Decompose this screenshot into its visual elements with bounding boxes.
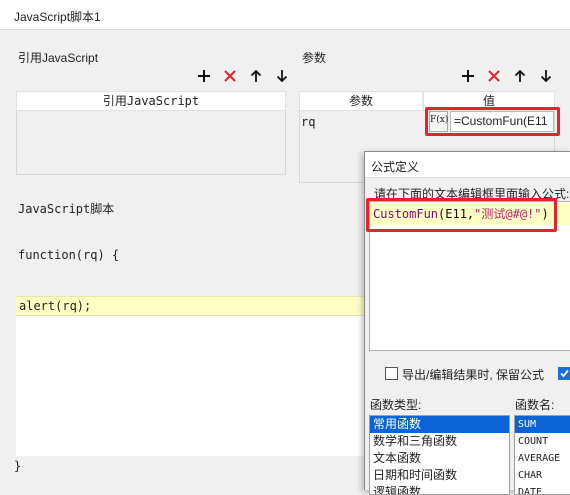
formula-args: (E11, [438, 207, 475, 221]
script-signature: function(rq) { [18, 248, 120, 262]
function-type-item[interactable]: 数学和三角函数 [370, 433, 509, 450]
move-down-reference-button[interactable] [273, 67, 291, 85]
function-type-list[interactable]: 常用函数 数学和三角函数 文本函数 日期和时间函数 逻辑函数 [369, 415, 510, 495]
arrow-up-icon [250, 70, 262, 82]
add-reference-button[interactable] [195, 67, 213, 85]
script-editor[interactable] [16, 316, 366, 456]
delete-x-icon [488, 70, 500, 82]
function-name-label: 函数名: [515, 398, 555, 412]
params-section-label: 参数 [302, 51, 327, 65]
param-name-column-header[interactable]: 参数 [299, 91, 423, 111]
script-current-line[interactable]: alert(rq); [16, 296, 366, 316]
function-name-list[interactable]: SUM COUNT AVERAGE CHAR DATE [514, 415, 570, 495]
arrow-down-icon [276, 70, 288, 82]
formula-function: CustomFun [373, 207, 439, 221]
function-name-item[interactable]: COUNT [515, 433, 570, 450]
formula-fx-button[interactable]: F(x) [429, 111, 448, 132]
plus-icon [462, 70, 474, 82]
function-name-item[interactable]: AVERAGE [515, 450, 570, 467]
script-body-line: alert(rq); [19, 299, 92, 313]
delete-param-button[interactable] [485, 67, 503, 85]
fx-icon: F(x) [430, 115, 449, 125]
move-down-param-button[interactable] [537, 67, 555, 85]
formula-dialog: 公式定义 请在下面的文本编辑框里面输入公式: CustomFun(E11,"测试… [364, 151, 570, 495]
checkmark-icon [560, 369, 569, 378]
function-type-item[interactable]: 常用函数 [370, 416, 509, 433]
arrow-up-icon [514, 70, 526, 82]
window-title: JavaScript脚本1 [14, 10, 101, 24]
formula-string: "测试@#@!" [474, 207, 542, 221]
plus-icon [198, 70, 210, 82]
delete-x-icon [224, 70, 236, 82]
reference-list[interactable] [16, 111, 286, 175]
window-title-bar: JavaScript脚本1 [0, 0, 570, 30]
script-closing-brace: } [14, 459, 22, 473]
reference-toolbar [195, 67, 291, 85]
reference-column-header[interactable]: 引用JavaScript [16, 91, 286, 111]
dialog-title-bar[interactable]: 公式定义 [365, 152, 570, 178]
move-up-reference-button[interactable] [247, 67, 265, 85]
script-section-label: JavaScript脚本 [18, 202, 115, 216]
params-toolbar [459, 67, 555, 85]
keep-formula-checkbox[interactable] [385, 367, 398, 380]
move-up-param-button[interactable] [511, 67, 529, 85]
arrow-down-icon [540, 70, 552, 82]
delete-reference-button[interactable] [221, 67, 239, 85]
formula-text: CustomFun(E11,"测试@#@!") [373, 205, 549, 222]
function-type-label: 函数类型: [370, 398, 422, 412]
function-type-item[interactable]: 文本函数 [370, 450, 509, 467]
formula-end: ) [541, 207, 549, 221]
dialog-title: 公式定义 [371, 160, 420, 174]
keep-formula-label: 导出/编辑结果时, 保留公式 [402, 368, 545, 382]
function-name-item[interactable]: SUM [515, 416, 570, 433]
second-option-checkbox[interactable] [558, 367, 570, 380]
param-value-input[interactable]: =CustomFun(E11 [450, 111, 554, 132]
function-name-item[interactable]: CHAR [515, 467, 570, 484]
function-type-item[interactable]: 日期和时间函数 [370, 467, 509, 484]
add-param-button[interactable] [459, 67, 477, 85]
param-row-name[interactable]: rq [301, 115, 315, 129]
reference-section-label: 引用JavaScript [18, 51, 99, 65]
